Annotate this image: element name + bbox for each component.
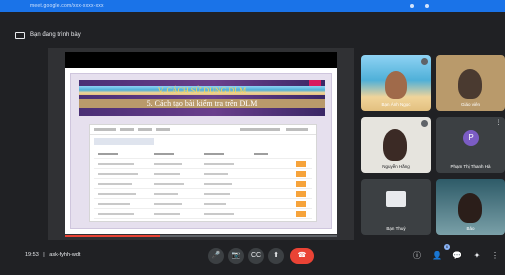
participant-tile[interactable]: Nguyễn Hằng bbox=[361, 117, 431, 173]
present-button[interactable]: ⬆ bbox=[268, 248, 284, 264]
table-row bbox=[94, 160, 312, 169]
participant-video bbox=[458, 193, 482, 223]
slide-subtitle: 5. Cách tạo bài kiểm tra trên DLM bbox=[79, 99, 325, 108]
participant-count-badge: 6 bbox=[444, 244, 450, 250]
chat-icon[interactable]: 💬 bbox=[452, 251, 462, 261]
participant-avatar: P bbox=[463, 130, 479, 146]
extension-icon[interactable] bbox=[425, 4, 429, 8]
mic-button[interactable]: 🎤 bbox=[208, 248, 224, 264]
participant-tile[interactable]: Bạn Thuỷ bbox=[361, 179, 431, 235]
participant-name: Bạn Thuỷ bbox=[386, 226, 406, 231]
meeting-time: 19:53 bbox=[25, 252, 39, 258]
more-options-icon[interactable]: ⋮ bbox=[495, 120, 502, 127]
people-icon[interactable]: 👤 bbox=[432, 251, 442, 261]
slide-letterbox bbox=[65, 52, 337, 68]
captions-button[interactable]: CC bbox=[248, 248, 264, 264]
browser-tab-bar: meet.google.com/xxx-xxxx-xxx bbox=[0, 0, 505, 12]
table-row bbox=[94, 210, 312, 219]
participant-logo bbox=[386, 191, 406, 207]
presentation-stage: V. CÁCH SỬ DỤNG DLM 5. Cách tạo bài kiểm… bbox=[48, 48, 354, 240]
table-row bbox=[94, 180, 312, 189]
participant-photo bbox=[385, 71, 407, 99]
browser-url[interactable]: meet.google.com/xxx-xxxx-xxx bbox=[30, 3, 104, 9]
meeting-code: ask-fyhh-wdt bbox=[49, 252, 81, 258]
sheet-subtab bbox=[94, 138, 154, 145]
participant-name: Phạm Thị Thanh Hà bbox=[450, 164, 491, 169]
meeting-time-code: 19:53 | ask-fyhh-wdt bbox=[25, 252, 81, 258]
slide-screenshot-table bbox=[89, 124, 317, 222]
shared-slide: V. CÁCH SỬ DỤNG DLM 5. Cách tạo bài kiểm… bbox=[65, 68, 337, 234]
slide-frame: V. CÁCH SỬ DỤNG DLM 5. Cách tạo bài kiểm… bbox=[70, 73, 332, 229]
participant-tile[interactable]: Bảo bbox=[436, 179, 505, 235]
mic-off-icon bbox=[421, 120, 428, 127]
camera-button[interactable]: 📷 bbox=[228, 248, 244, 264]
end-call-button[interactable]: ☎ bbox=[290, 248, 314, 264]
sheet-toolbar bbox=[90, 125, 316, 135]
presentation-progress bbox=[65, 235, 337, 237]
info-icon[interactable]: ⓘ bbox=[412, 251, 422, 261]
table-row bbox=[94, 170, 312, 179]
table-header-row bbox=[94, 150, 312, 159]
participant-tile[interactable]: P ⋮ Phạm Thị Thanh Hà bbox=[436, 117, 505, 173]
activities-icon[interactable]: ✦ bbox=[472, 251, 482, 261]
meeting-controls-bar: 19:53 | ask-fyhh-wdt 🎤 📷 CC ⬆ ☎ ⓘ 👤 6 💬 … bbox=[0, 241, 505, 275]
participant-name: Nguyễn Hằng bbox=[382, 164, 410, 169]
participant-video bbox=[383, 129, 407, 161]
table-row bbox=[94, 190, 312, 199]
participant-tile[interactable]: Bạn Ánh Ngọc bbox=[361, 55, 431, 111]
more-menu-icon[interactable]: ⋮ bbox=[490, 251, 500, 261]
participant-name: Bạn Ánh Ngọc bbox=[381, 102, 411, 107]
participant-video bbox=[458, 69, 482, 99]
slide-title: V. CÁCH SỬ DỤNG DLM bbox=[79, 86, 325, 95]
participant-name: Bảo bbox=[466, 226, 475, 231]
table-row bbox=[94, 200, 312, 209]
presentation-progress-fill bbox=[65, 235, 161, 237]
participant-name: Giáo viên bbox=[460, 102, 480, 107]
slide-header: V. CÁCH SỬ DỤNG DLM 5. Cách tạo bài kiểm… bbox=[79, 80, 325, 116]
record-icon bbox=[410, 4, 414, 8]
presenting-label: Bạn đang trình bày bbox=[30, 32, 81, 38]
participant-tile[interactable]: Giáo viên bbox=[436, 55, 505, 111]
present-screen-icon bbox=[15, 32, 25, 39]
mic-off-icon bbox=[421, 58, 428, 65]
presenting-banner: Bạn đang trình bày bbox=[15, 29, 155, 43]
